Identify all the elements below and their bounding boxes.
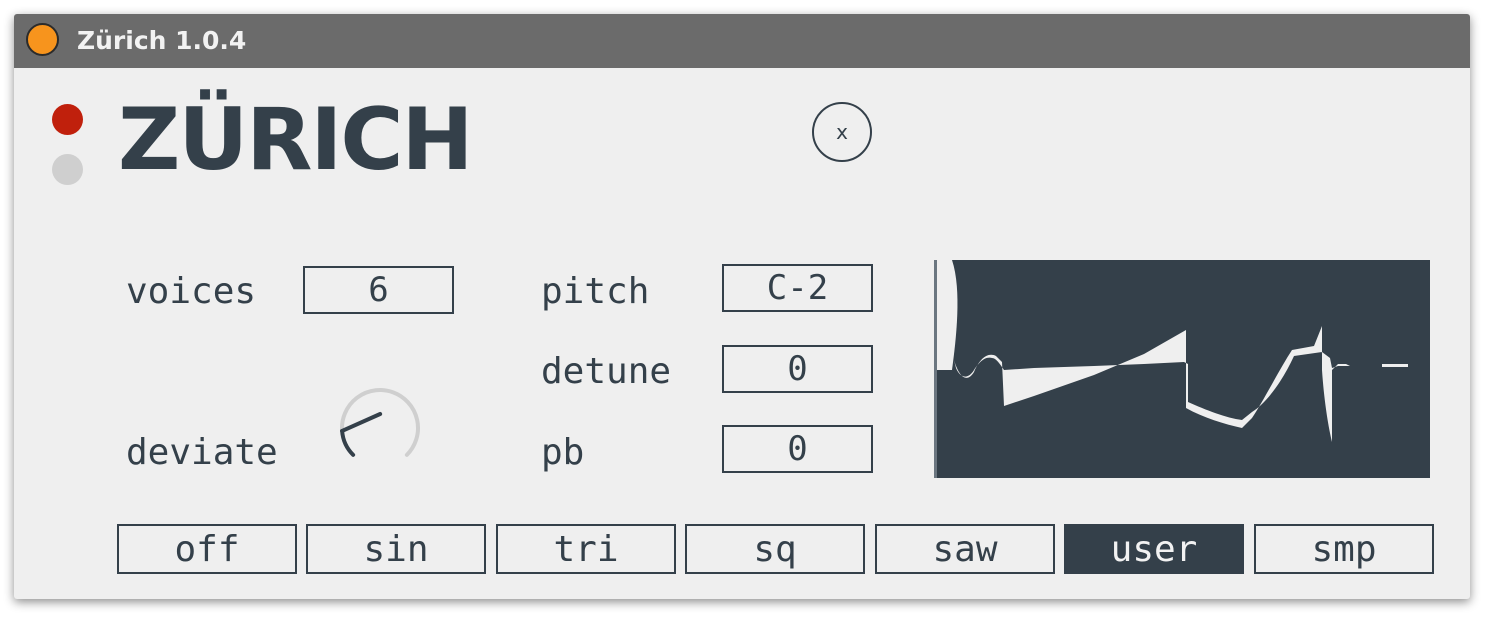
active-led-indicator[interactable] [52,104,83,135]
close-button[interactable]: x [812,102,872,162]
detune-label: detune [541,351,672,392]
waveform-button-tri[interactable]: tri [496,524,676,574]
orange-circle-icon[interactable] [26,23,59,56]
waveform-button-sin[interactable]: sin [306,524,486,574]
pitch-number-box[interactable]: C-2 [722,264,873,312]
pb-number-box[interactable]: 0 [722,425,873,473]
detune-number-box[interactable]: 0 [722,345,873,393]
plugin-window: Zürich 1.0.4 ZÜRICH x voices 6 deviate p… [14,14,1470,599]
voices-number-box[interactable]: 6 [303,266,454,314]
pitch-label: pitch [541,271,650,312]
window-title: Zürich 1.0.4 [77,26,247,55]
waveform-button-sq[interactable]: sq [685,524,865,574]
deviate-dial[interactable] [332,380,428,476]
waveform-button-saw[interactable]: saw [875,524,1055,574]
voices-label: voices [126,271,257,312]
waveform-button-off[interactable]: off [117,524,297,574]
waveform-button-user[interactable]: user [1064,524,1244,574]
waveform-button-smp[interactable]: smp [1254,524,1434,574]
inactive-led-indicator[interactable] [52,154,83,185]
title-bar[interactable]: Zürich 1.0.4 [14,14,1470,68]
waveform-display[interactable] [934,260,1430,478]
deviate-label: deviate [126,432,278,473]
pb-label: pb [541,432,585,473]
brand-title: ZÜRICH [118,90,473,190]
